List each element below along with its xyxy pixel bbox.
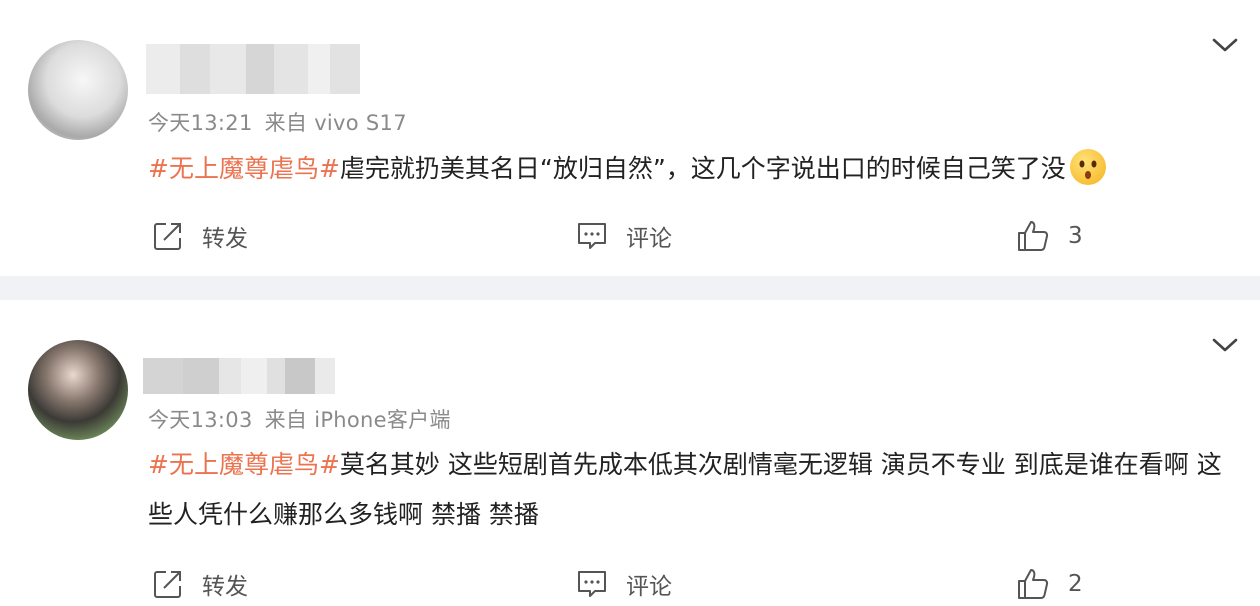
hashtag-link[interactable]: #无上魔尊虐鸟# [148, 450, 340, 479]
forward-label: 转发 [202, 226, 248, 252]
post-meta: 今天13:03 来自 iPhone客户端 [148, 404, 451, 434]
avatar[interactable] [28, 340, 128, 440]
avatar[interactable] [28, 40, 128, 140]
share-icon [154, 223, 181, 250]
forward-button[interactable]: 转发 [152, 564, 248, 604]
comment-text: #无上魔尊虐鸟#虐完就扔美其名日“放归自然”，这几个字说出口的时候自己笑了没 [148, 144, 1228, 194]
username-blurred[interactable] [146, 44, 360, 94]
chevron-down-icon[interactable] [1212, 36, 1238, 54]
forward-button[interactable]: 转发 [152, 216, 248, 256]
chevron-down-icon[interactable] [1212, 336, 1238, 354]
action-bar: 转发 评论 3 [0, 216, 1260, 256]
source: 来自 iPhone客户端 [264, 408, 451, 432]
source: 来自 vivo S17 [264, 111, 407, 135]
comment-body: 虐完就扔美其名日“放归自然”，这几个字说出口的时候自己笑了没 [339, 154, 1066, 183]
section-divider [0, 276, 1260, 300]
comment-card: 今天13:03 来自 iPhone客户端 #无上魔尊虐鸟#莫名其妙 这些短剧首先成… [0, 300, 1260, 606]
thumbs-up-icon [1018, 221, 1049, 251]
comment-label: 评论 [626, 226, 672, 252]
like-count: 2 [1068, 571, 1083, 597]
timestamp: 今天13:21 [148, 111, 253, 135]
like-button[interactable]: 3 [1016, 216, 1083, 256]
forward-label: 转发 [202, 574, 248, 600]
comment-button[interactable]: 评论 [576, 564, 672, 604]
action-bar: 转发 评论 2 [0, 564, 1260, 604]
share-icon [154, 571, 181, 598]
comment-card: 今天13:21 来自 vivo S17 #无上魔尊虐鸟#虐完就扔美其名日“放归自然… [0, 0, 1260, 276]
username-blurred[interactable] [143, 358, 335, 394]
comment-icon [578, 571, 606, 597]
comment-text: #无上魔尊虐鸟#莫名其妙 这些短剧首先成本低其次剧情毫无逻辑 演员不专业 到底是… [148, 440, 1228, 540]
thumbs-up-icon [1018, 569, 1049, 599]
post-meta: 今天13:21 来自 vivo S17 [148, 107, 407, 137]
timestamp: 今天13:03 [148, 408, 253, 432]
comment-icon [578, 223, 606, 249]
like-button[interactable]: 2 [1016, 564, 1083, 604]
comment-label: 评论 [626, 574, 672, 600]
surprised-emoji-icon [1069, 149, 1106, 185]
hashtag-link[interactable]: #无上魔尊虐鸟# [148, 154, 340, 183]
comment-button[interactable]: 评论 [576, 216, 672, 256]
like-count: 3 [1068, 223, 1083, 249]
